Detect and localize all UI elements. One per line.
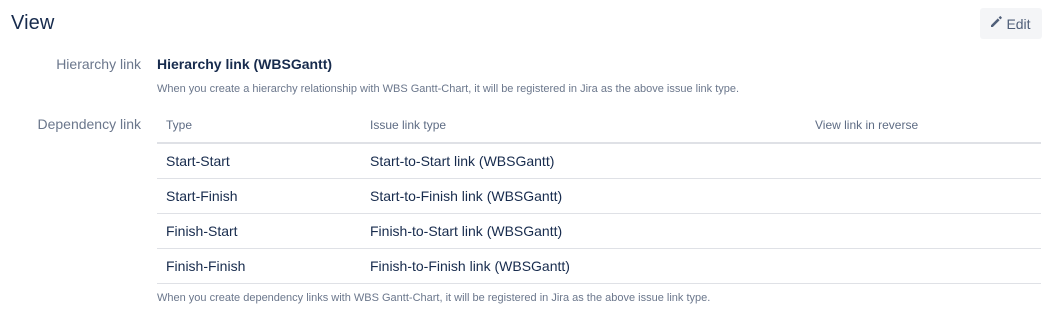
page-title: View [11, 12, 55, 34]
dependency-help-text: When you create dependency links with WB… [157, 292, 711, 304]
table-row: Finish-Finish Finish-to-Finish link (WBS… [157, 248, 1041, 284]
dependency-link-label: Dependency link [37, 116, 141, 132]
hierarchy-help-text: When you create a hierarchy relationship… [157, 83, 740, 95]
cell-reverse [806, 213, 1041, 249]
hierarchy-link-label: Hierarchy link [56, 56, 141, 72]
edit-button[interactable]: Edit [980, 8, 1042, 39]
cell-reverse [806, 248, 1041, 284]
cell-type: Start-Finish [157, 178, 361, 214]
cell-issue-link-type: Finish-to-Finish link (WBSGantt) [361, 248, 806, 284]
cell-issue-link-type: Finish-to-Start link (WBSGantt) [361, 213, 806, 249]
column-header-view-link-in-reverse: View link in reverse [806, 108, 1041, 144]
column-header-type: Type [157, 108, 361, 144]
column-header-issue-link-type: Issue link type [361, 108, 806, 144]
dependency-link-table: Type Issue link type View link in revers… [157, 108, 1041, 284]
cell-reverse [806, 178, 1041, 214]
view-page: View Edit Hierarchy link Hierarchy link … [0, 0, 1054, 318]
table-row: Start-Start Start-to-Start link (WBSGant… [157, 143, 1041, 179]
pencil-icon [989, 15, 1003, 29]
cell-type: Finish-Start [157, 213, 361, 249]
table-row: Finish-Start Finish-to-Start link (WBSGa… [157, 213, 1041, 249]
cell-type: Start-Start [157, 143, 361, 179]
edit-button-label: Edit [1006, 15, 1031, 32]
cell-issue-link-type: Start-to-Finish link (WBSGantt) [361, 178, 806, 214]
cell-issue-link-type: Start-to-Start link (WBSGantt) [361, 143, 806, 179]
table-header-row: Type Issue link type View link in revers… [157, 108, 1041, 144]
table-row: Start-Finish Start-to-Finish link (WBSGa… [157, 178, 1041, 214]
hierarchy-link-value: Hierarchy link (WBSGantt) [157, 56, 333, 72]
cell-reverse [806, 143, 1041, 179]
cell-type: Finish-Finish [157, 248, 361, 284]
